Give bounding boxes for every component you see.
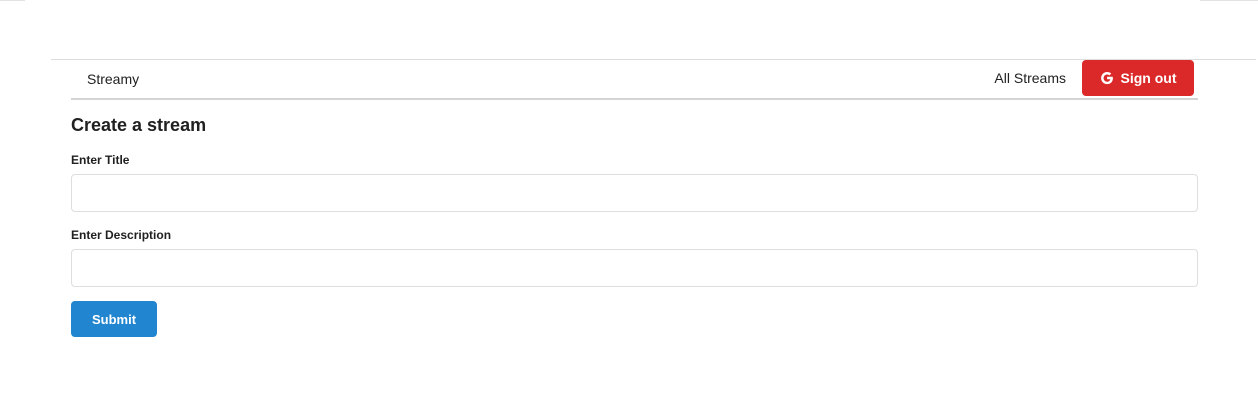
title-input[interactable] (71, 174, 1198, 212)
description-field-label: Enter Description (71, 228, 172, 242)
description-input[interactable] (71, 249, 1198, 287)
brand-link[interactable]: Streamy (87, 71, 139, 87)
header-right-menu: All Streams Sign out (994, 60, 1194, 96)
sign-out-label: Sign out (1120, 70, 1177, 86)
title-field-label: Enter Title (71, 153, 130, 167)
top-divider-right (1200, 0, 1258, 1)
app-container: Streamy All Streams Sign out Create a st… (71, 60, 1198, 337)
all-streams-link[interactable]: All Streams (994, 70, 1066, 86)
google-icon (1100, 71, 1114, 85)
sign-out-button[interactable]: Sign out (1082, 60, 1194, 96)
page-title: Create a stream (71, 115, 207, 135)
header-menu: Streamy All Streams Sign out (71, 60, 1198, 100)
top-divider-left (0, 0, 25, 1)
submit-button[interactable]: Submit (71, 301, 157, 337)
